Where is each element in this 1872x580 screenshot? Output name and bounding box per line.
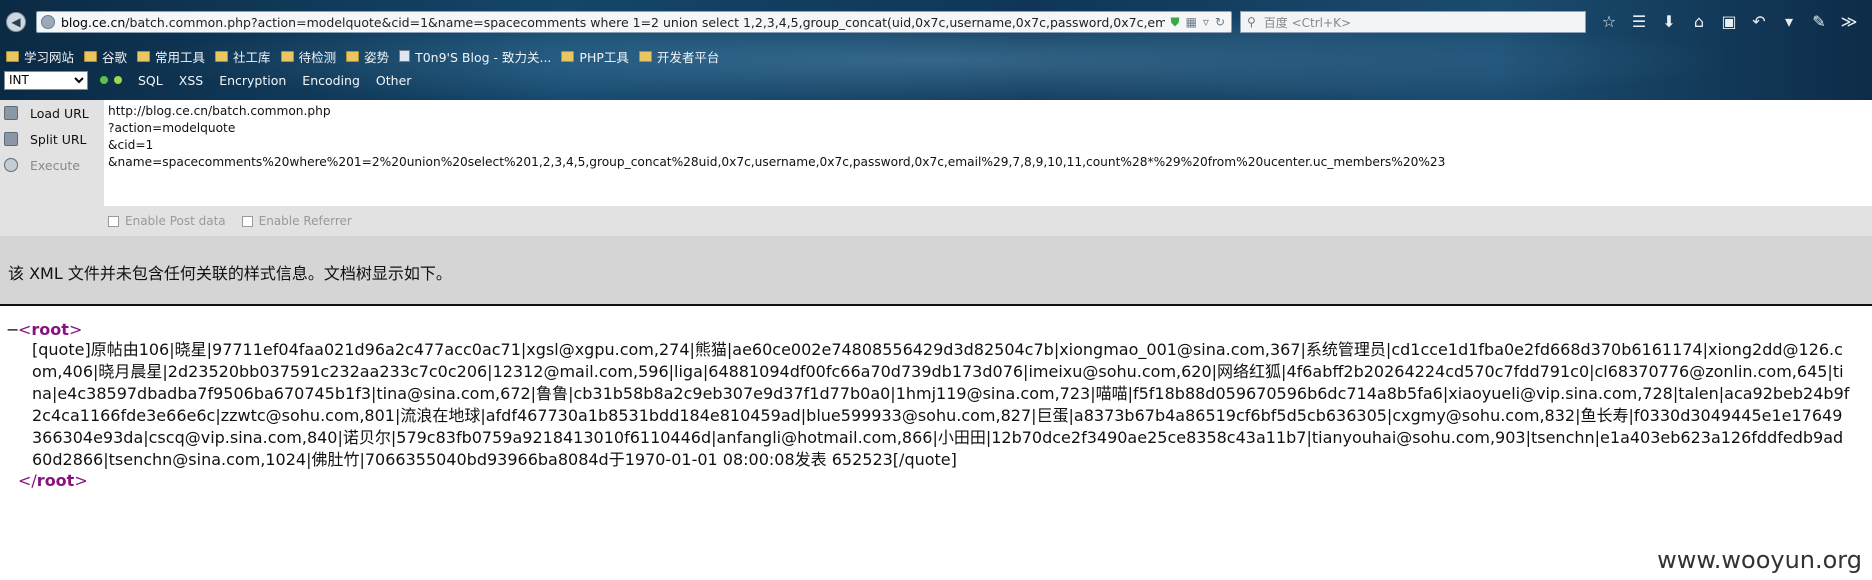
bookmark-item[interactable]: 常用工具 — [137, 47, 205, 66]
search-icon: ⚲ — [1247, 15, 1256, 29]
checkbox-box[interactable] — [108, 215, 119, 227]
folder-icon — [346, 50, 360, 62]
url-line: http://blog.ce.cn/batch.common.php — [108, 104, 331, 118]
site-favicon-icon — [41, 15, 55, 29]
bookmark-item[interactable]: 待检测 — [280, 47, 337, 66]
bookmark-label: 谷歌 — [102, 49, 128, 65]
star-icon[interactable]: ☆ — [1598, 11, 1620, 33]
bookmark-label: PHP工具 — [579, 49, 629, 65]
int-type-select[interactable]: INT — [4, 70, 88, 90]
bookmark-label: 常用工具 — [155, 49, 206, 65]
page-icon — [399, 50, 411, 62]
url-line: ?action=modelquote — [108, 121, 236, 135]
split-url-icon — [4, 132, 18, 146]
more-icon[interactable]: ≫ — [1838, 11, 1860, 33]
menu-sql[interactable]: SQL — [138, 73, 163, 88]
load-url-button[interactable]: Load URL — [0, 100, 104, 126]
load-url-icon — [4, 106, 18, 120]
root-open-line: − <root> — [0, 320, 1872, 339]
bookmark-item[interactable]: 社工库 — [215, 47, 271, 66]
menu-xss[interactable]: XSS — [179, 73, 203, 88]
search-box[interactable]: ⚲ 百度 <Ctrl+K> — [1240, 11, 1586, 33]
address-bar[interactable]: blog.ce.cn/batch.common.php?action=model… — [36, 11, 1232, 33]
green-dot-icon — [100, 76, 108, 84]
split-url-label: Split URL — [30, 131, 87, 147]
execute-label: Execute — [30, 157, 80, 173]
tag-bracket: > — [74, 471, 88, 490]
hackbar-panel: Load URL Split URL Execute http://blog.c… — [0, 100, 1872, 236]
split-url-button[interactable]: Split URL — [0, 126, 104, 152]
url-path: /batch.common.php?action=modelquote&cid=… — [125, 14, 1165, 30]
tag-bracket: > — [68, 320, 83, 339]
root-open-tag: root — [31, 320, 69, 339]
enable-referrer-checkbox[interactable]: Enable Referrer — [241, 214, 352, 228]
reload-icon[interactable]: ↻ — [1215, 16, 1225, 28]
hackbar-toolbar: INT SQL XSS Encryption Encoding Other — [0, 70, 411, 90]
reading-list-icon[interactable]: ☰ — [1628, 11, 1650, 33]
home-icon[interactable]: ⌂ — [1688, 11, 1710, 33]
enable-post-data-label: Enable Post data — [125, 214, 226, 228]
dropdown-arrow-icon[interactable]: ▿ — [1203, 16, 1209, 28]
bookmark-item[interactable]: PHP工具 — [561, 47, 629, 66]
bookmark-item[interactable]: T0n9'S Blog - 致力关... — [399, 47, 551, 66]
menu-other[interactable]: Other — [376, 73, 412, 88]
folder-icon — [6, 50, 19, 62]
checkbox-box[interactable] — [241, 215, 253, 227]
address-bar-url[interactable]: blog.ce.cn/batch.common.php?action=model… — [61, 15, 1165, 30]
bookmark-item[interactable]: 谷歌 — [84, 47, 127, 66]
folder-icon — [215, 50, 229, 62]
folder-icon — [84, 50, 98, 62]
folder-icon — [280, 50, 294, 62]
folder-icon — [561, 50, 575, 62]
enable-referrer-label: Enable Referrer — [258, 214, 352, 228]
menu-encoding[interactable]: Encoding — [302, 73, 360, 88]
tag-bracket: </ — [18, 471, 37, 490]
download-icon[interactable]: ⬇ — [1658, 11, 1680, 33]
browser-toolbar: ◀ blog.ce.cn/batch.common.php?action=mod… — [0, 0, 1872, 100]
execute-icon — [4, 158, 18, 172]
folder-icon — [638, 50, 652, 62]
bookmark-label: 姿势 — [364, 49, 390, 65]
qr-code-icon[interactable]: ▦ — [1186, 16, 1197, 28]
root-close-line: </root> — [18, 471, 1872, 490]
url-domain: blog.ce.cn — [61, 14, 126, 30]
bookmark-label: 学习网站 — [24, 49, 75, 65]
root-close-tag: root — [36, 471, 75, 490]
bookmark-label: 开发者平台 — [656, 49, 720, 65]
menu-arrow-icon[interactable]: ▾ — [1778, 11, 1800, 33]
back-button[interactable]: ◀ — [6, 12, 26, 32]
folder-icon — [137, 50, 151, 62]
bookmark-label: 待检测 — [298, 49, 337, 65]
bookmark-item[interactable]: 开发者平台 — [638, 47, 720, 66]
shield-icon[interactable]: ⛊ — [1171, 16, 1180, 28]
bookmark-label: 社工库 — [233, 49, 271, 65]
execute-button[interactable]: Execute — [0, 152, 104, 178]
root-text-content: [quote]原帖由106|晓星|97711ef04faa021d96a2c47… — [32, 340, 1850, 469]
watermark: www.wooyun.org — [1657, 546, 1862, 574]
enable-post-data-checkbox[interactable]: Enable Post data — [108, 214, 226, 228]
extension-icon[interactable]: ✎ — [1808, 11, 1830, 33]
url-line: &name=spacecomments%20where%201=2%20unio… — [108, 155, 1446, 169]
url-textarea[interactable]: http://blog.ce.cn/batch.common.php ?acti… — [104, 100, 1872, 206]
xml-tree: − <root> [quote]原帖由106|晓星|97711ef04faa02… — [0, 320, 1872, 490]
xml-style-notice: 该 XML 文件并未包含任何关联的样式信息。文档树显示如下。 — [0, 236, 1872, 306]
bookmark-item[interactable]: 学习网站 — [6, 47, 74, 66]
green-leaf-icon — [114, 76, 122, 84]
menu-encryption[interactable]: Encryption — [219, 73, 286, 88]
undo-icon[interactable]: ↶ — [1748, 11, 1770, 33]
hackbar-options: Enable Post data Enable Referrer — [108, 214, 352, 228]
url-line: &cid=1 — [108, 138, 154, 152]
load-url-label: Load URL — [30, 105, 89, 121]
toolbar-icons: ☆ ☰ ⬇ ⌂ ▣ ↶ ▾ ✎ ≫ — [1598, 11, 1860, 33]
bookmark-item[interactable]: 姿势 — [346, 47, 389, 66]
collapse-toggle[interactable]: − — [6, 320, 19, 339]
screenshot-icon[interactable]: ▣ — [1718, 11, 1740, 33]
search-placeholder: 百度 <Ctrl+K> — [1263, 15, 1351, 30]
bookmarks-bar: 学习网站 谷歌 常用工具 社工库 待检测 姿势 T0n9'S Blog - 致力关... PH… — [0, 45, 723, 67]
bookmark-label: T0n9'S Blog - 致力关... — [415, 49, 552, 65]
tag-bracket: < — [18, 320, 32, 339]
